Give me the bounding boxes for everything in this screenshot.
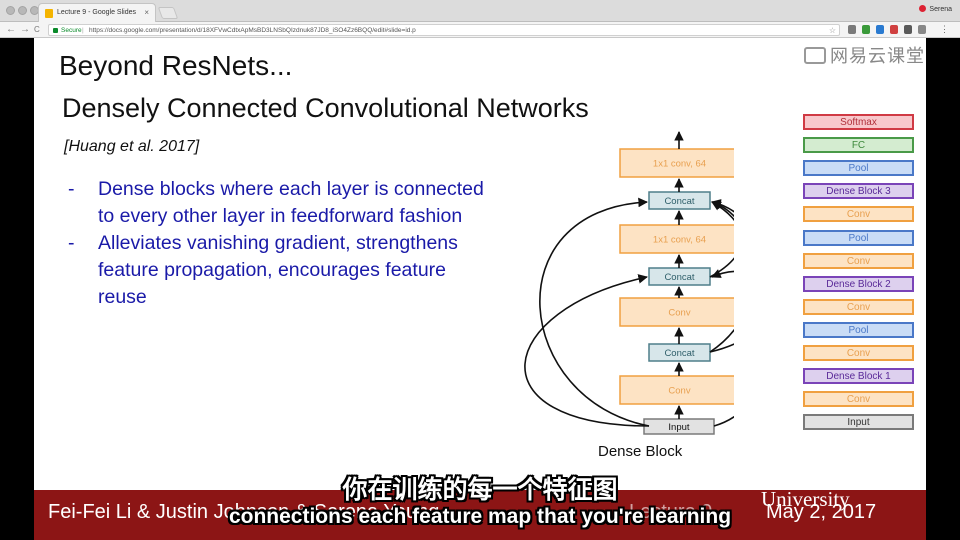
extension-icon[interactable]	[904, 25, 912, 34]
slide-subtitle: Densely Connected Convolutional Networks	[62, 93, 589, 123]
concat-node-label: Concat	[664, 348, 694, 359]
conv-node-label: Conv	[668, 308, 690, 319]
tab-lecture-9[interactable]: Lecture 9 - Google Slides ×	[38, 3, 156, 22]
citation: [Huang et al. 2017]	[64, 138, 200, 155]
user-name: Serena	[929, 6, 952, 13]
forward-button[interactable]: →	[20, 23, 30, 37]
bullet-text: Dense blocks where each layer is connect…	[98, 178, 484, 227]
stack-layer-conv: Conv	[803, 298, 914, 315]
url-input[interactable]: Secure | https://docs.google.com/present…	[48, 24, 840, 36]
reload-button[interactable]: C	[34, 23, 40, 37]
stack-layer-dense: Dense Block 3	[803, 183, 914, 200]
bullet-list: - Dense blocks where each layer is connec…	[64, 176, 484, 311]
bullet-dash: -	[68, 232, 75, 254]
dense-block-caption: Dense Block	[598, 443, 683, 460]
watermark-text: 网易云课堂	[830, 46, 925, 66]
stack-layer-fc: FC	[803, 137, 914, 154]
subtitle-english: connections each feature map that you're…	[228, 505, 732, 528]
stack-layer-softmax: Softmax	[803, 114, 914, 130]
subtitle-chinese: 你在训练的每一个特征图	[342, 476, 618, 504]
stack-layer-dense: Dense Block 2	[803, 275, 914, 292]
new-tab-button[interactable]	[157, 7, 179, 19]
watermark-icon	[804, 47, 826, 64]
bullet-item: - Alleviates vanishing gradient, strength…	[64, 230, 484, 311]
stack-layer-pool: Pool	[803, 229, 914, 246]
tab-close-icon[interactable]: ×	[144, 8, 149, 17]
secure-label: Secure	[61, 27, 82, 34]
extension-icon[interactable]	[862, 25, 870, 34]
dense-block-diagram: Input Conv Concat Conv Concat 1x1 conv, 64 Con…	[524, 131, 734, 435]
concat-node-label: Concat	[664, 196, 694, 207]
stack-layer-input: Input	[803, 414, 914, 431]
extension-icon[interactable]	[876, 25, 884, 34]
stack-layer-conv: Conv	[803, 252, 914, 269]
conv-node-label: Conv	[668, 386, 690, 397]
minimize-window-icon[interactable]	[18, 6, 27, 15]
stack-layer-pool: Pool	[803, 321, 914, 338]
slide-canvas: Beyond ResNets... Densely Connected Conv…	[34, 38, 926, 540]
bullet-dash: -	[68, 178, 75, 200]
stack-layer-conv: Conv	[803, 206, 914, 223]
lock-icon	[53, 28, 58, 33]
conv1x1-node-label: 1x1 conv, 64	[653, 159, 706, 170]
slide-title: Beyond ResNets...	[59, 50, 293, 81]
profile-button[interactable]: Serena	[919, 5, 952, 13]
url-text: https://docs.google.com/presentation/d/1…	[89, 27, 416, 34]
back-button[interactable]: ←	[6, 23, 16, 37]
avatar-icon	[919, 5, 927, 12]
browser-tab-bar: Lecture 9 - Google Slides × Serena	[0, 0, 960, 22]
bullet-text: Alleviates vanishing gradient, strengthe…	[98, 232, 458, 308]
bookmark-star-icon[interactable]: ☆	[829, 25, 836, 36]
stack-layer-conv: Conv	[803, 345, 914, 361]
conv1x1-node-label: 1x1 conv, 64	[653, 235, 706, 246]
close-window-icon[interactable]	[6, 6, 15, 15]
extension-icon[interactable]	[848, 25, 856, 34]
stack-layer-conv: Conv	[803, 391, 914, 408]
watermark-logo: 网易云课堂	[804, 42, 925, 68]
url-separator: |	[82, 27, 84, 34]
bullet-item: - Dense blocks where each layer is connec…	[64, 176, 484, 230]
input-node-label: Input	[668, 422, 689, 433]
concat-node-label: Concat	[664, 272, 694, 283]
google-slides-icon	[45, 9, 53, 18]
screen: Lecture 9 - Google Slides × Serena ← → C…	[0, 0, 960, 540]
extension-icon[interactable]	[890, 25, 898, 34]
menu-icon[interactable]: ⋮	[940, 25, 949, 34]
stack-layer-pool: Pool	[803, 160, 914, 177]
stack-layer-dense: Dense Block 1	[803, 368, 914, 385]
tab-title: Lecture 9 - Google Slides	[57, 9, 136, 16]
extension-icon[interactable]	[918, 25, 926, 34]
address-toolbar: ← → C Secure | https://docs.google.com/p…	[0, 22, 960, 38]
